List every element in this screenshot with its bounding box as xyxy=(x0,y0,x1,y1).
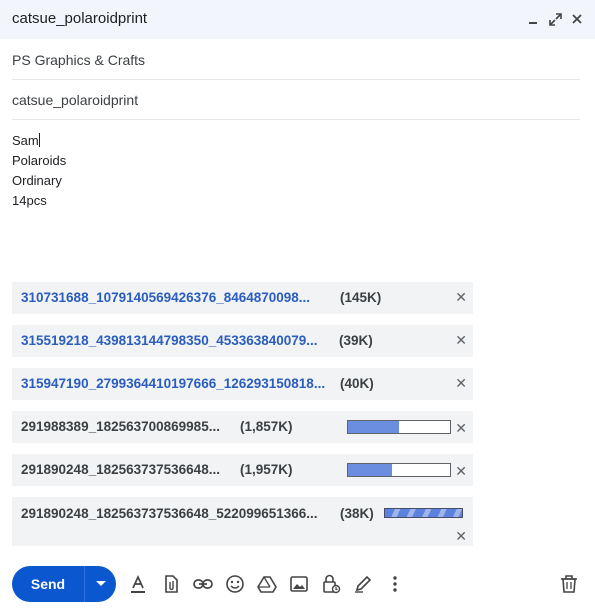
insert-photo-icon[interactable] xyxy=(288,573,310,595)
remove-attachment-icon[interactable]: ✕ xyxy=(455,375,467,392)
compose-title: catsue_polaroidprint xyxy=(12,10,148,27)
attachment-chip[interactable]: 310731688_1079140569426376_8464870098...… xyxy=(12,282,473,314)
confidential-mode-icon[interactable] xyxy=(320,573,342,595)
attachment-chip[interactable]: 291890248_182563737536648_522099651366..… xyxy=(12,497,473,546)
attachment-chip[interactable]: 291890248_182563737536648... (1,957K) ✕ xyxy=(12,454,473,486)
drive-icon[interactable] xyxy=(256,573,278,595)
recipients-field[interactable]: PS Graphics & Crafts xyxy=(12,40,580,80)
chevron-down-icon xyxy=(95,581,106,586)
more-options-icon[interactable] xyxy=(384,573,406,595)
formatting-icon[interactable] xyxy=(127,573,149,595)
attachment-chip[interactable]: 315519218_439813144798350_453363840079..… xyxy=(12,325,473,357)
remove-attachment-icon[interactable]: ✕ xyxy=(455,332,467,349)
body-line: Sam xyxy=(12,133,40,148)
text-cursor xyxy=(38,133,40,147)
remove-attachment-icon[interactable]: ✕ xyxy=(455,463,467,480)
minimize-icon[interactable] xyxy=(525,9,541,29)
attachment-name: 291890248_182563737536648... xyxy=(21,462,220,477)
insert-link-icon[interactable] xyxy=(192,573,214,595)
upload-progress-bar xyxy=(347,463,451,477)
body-line: Polaroids xyxy=(12,153,67,168)
processing-progress-bar xyxy=(384,508,463,518)
compose-header: catsue_polaroidprint xyxy=(0,0,595,39)
message-body[interactable]: Sam Polaroids Ordinary 14pcs xyxy=(12,131,66,211)
remove-attachment-icon[interactable]: ✕ xyxy=(455,528,467,545)
attachment-chip[interactable]: 291988389_182563700869985... (1,857K) ✕ xyxy=(12,411,473,443)
attachment-name[interactable]: 315947190_2799364410197666_126293150818.… xyxy=(21,376,325,391)
signature-icon[interactable] xyxy=(352,573,374,595)
attachment-chip[interactable]: 315947190_2799364410197666_126293150818.… xyxy=(12,368,473,400)
send-label[interactable]: Send xyxy=(12,566,84,602)
upload-progress-bar xyxy=(347,420,451,434)
attach-file-icon[interactable] xyxy=(160,573,182,595)
attachment-name: 291988389_182563700869985... xyxy=(21,419,220,434)
attachment-size: (40K) xyxy=(340,376,374,391)
recipient-chip[interactable]: PS Graphics & Crafts xyxy=(12,52,145,68)
attachment-size: (145K) xyxy=(340,290,382,305)
compose-toolbar: Send xyxy=(0,566,595,606)
delete-icon[interactable] xyxy=(558,573,580,595)
remove-attachment-icon[interactable]: ✕ xyxy=(455,420,467,437)
window-controls xyxy=(525,9,585,29)
attachment-size: (1,957K) xyxy=(240,462,293,477)
body-line: 14pcs xyxy=(12,193,47,208)
subject-field[interactable]: catsue_polaroidprint xyxy=(12,80,580,120)
send-button[interactable]: Send xyxy=(12,566,116,602)
remove-attachment-icon[interactable]: ✕ xyxy=(455,289,467,306)
attachment-name[interactable]: 315519218_439813144798350_453363840079..… xyxy=(21,333,318,348)
expand-icon[interactable] xyxy=(547,9,563,29)
close-icon[interactable] xyxy=(569,9,585,29)
schedule-send-dropdown[interactable] xyxy=(85,566,116,602)
subject-text: catsue_polaroidprint xyxy=(12,91,139,108)
body-line: Ordinary xyxy=(12,173,62,188)
attachment-size: (39K) xyxy=(339,333,373,348)
attachment-name[interactable]: 310731688_1079140569426376_8464870098... xyxy=(21,290,310,305)
attachment-size: (1,857K) xyxy=(240,419,293,434)
attachment-size: (38K) xyxy=(340,506,374,521)
attachment-name: 291890248_182563737536648_522099651366..… xyxy=(21,506,318,521)
emoji-icon[interactable] xyxy=(224,573,246,595)
